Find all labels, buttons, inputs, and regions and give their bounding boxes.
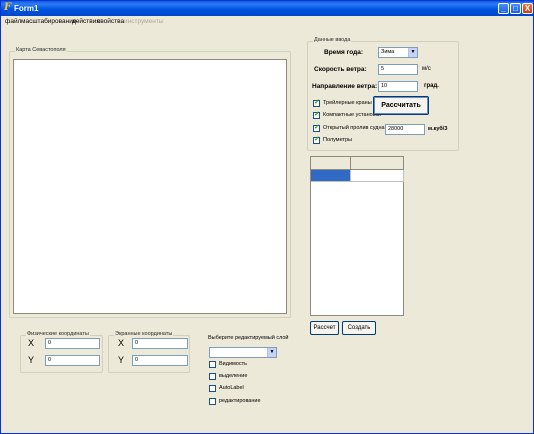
season-value: Зима [381,49,395,55]
wind-speed-unit: м/с [422,66,431,72]
checkbox-compact-units[interactable] [313,110,320,119]
window-title: Form1 [14,4,39,13]
checkbox-autolabel[interactable] [209,385,216,392]
create-button[interactable]: Создать [342,321,376,335]
chevron-down-icon[interactable]: ▼ [267,348,276,357]
checkbox-selection-label: выделение [219,373,248,379]
season-select[interactable]: Зима ▼ [378,47,418,58]
physical-coords-legend: Физические координаты [26,331,90,337]
physical-y-label: Y [28,355,35,365]
season-label: Время года: [324,49,364,56]
grid-cell[interactable] [351,170,404,182]
calculate-button[interactable]: Рассчитать [373,96,429,115]
checkbox-open-spill[interactable] [313,123,320,132]
checkbox-editing-label: редактирование [219,398,261,404]
screen-coords-legend: Экранные координаты [114,331,174,337]
menu-bar: файл масштабирование действия свойства и… [1,16,533,27]
screen-x-label: X [118,338,125,348]
checkbox-autolabel-label: AutoLabel [219,385,244,391]
wind-direction-label: Направление ветра: [312,83,378,90]
map-group-legend: Карта Севастополя [15,47,67,53]
layer-select-label: Выберите редактируемый слой [208,335,289,341]
volume-unit: м.куб/3 [428,126,448,132]
close-button[interactable]: X [522,3,533,14]
chevron-down-icon[interactable]: ▼ [408,48,417,57]
checkbox-semimeters-label: Полуметры [323,137,352,143]
results-grid[interactable] [310,156,404,316]
physical-x-label: X [28,338,35,348]
menu-file[interactable]: файл [5,18,21,25]
checkbox-trailer-cranes[interactable] [313,98,320,107]
wind-direction-unit: град. [424,83,439,89]
wind-speed-input[interactable]: 5 [378,64,418,75]
checkbox-selection[interactable] [209,373,216,380]
screen-y-input[interactable]: 0 [132,355,188,366]
input-group-legend: Данные ввода [313,37,352,43]
layer-select[interactable]: ▼ [209,347,277,358]
calc-button[interactable]: Рассчет [310,321,339,335]
checkbox-open-spill-label: Открытый пролив судна [323,125,385,131]
main-window: F Form1 _ □ X файл масштабирование дейст… [0,0,534,434]
physical-y-input[interactable]: 0 [45,355,100,366]
menu-tools: инструменты [124,18,164,25]
checkbox-editing[interactable] [209,398,216,405]
menu-actions[interactable]: действия [72,18,100,25]
maximize-button[interactable]: □ [510,3,521,14]
title-bar[interactable]: F Form1 _ □ X [1,1,533,16]
minimize-button[interactable]: _ [498,3,509,14]
wind-direction-input[interactable]: 10 [378,81,418,92]
physical-x-input[interactable]: 0 [45,338,100,349]
screen-y-label: Y [118,355,125,365]
map-canvas[interactable] [13,59,287,314]
app-icon: F [4,2,12,13]
wind-speed-label: Скорость ветра: [314,66,367,73]
checkbox-visibility[interactable] [209,361,216,368]
checkbox-semimeters[interactable] [313,135,320,144]
volume-input[interactable]: 28000 [385,124,425,135]
grid-header-1[interactable] [311,157,351,170]
menu-scaling[interactable]: масштабирование [21,18,76,25]
screen-x-input[interactable]: 0 [132,338,188,349]
grid-header-2[interactable] [351,157,404,170]
grid-cell-selected[interactable] [311,170,351,182]
checkbox-trailer-cranes-label: Трейлерные краны [323,100,372,106]
checkbox-visibility-label: Видимость [219,361,247,367]
menu-properties[interactable]: свойства [97,18,124,25]
